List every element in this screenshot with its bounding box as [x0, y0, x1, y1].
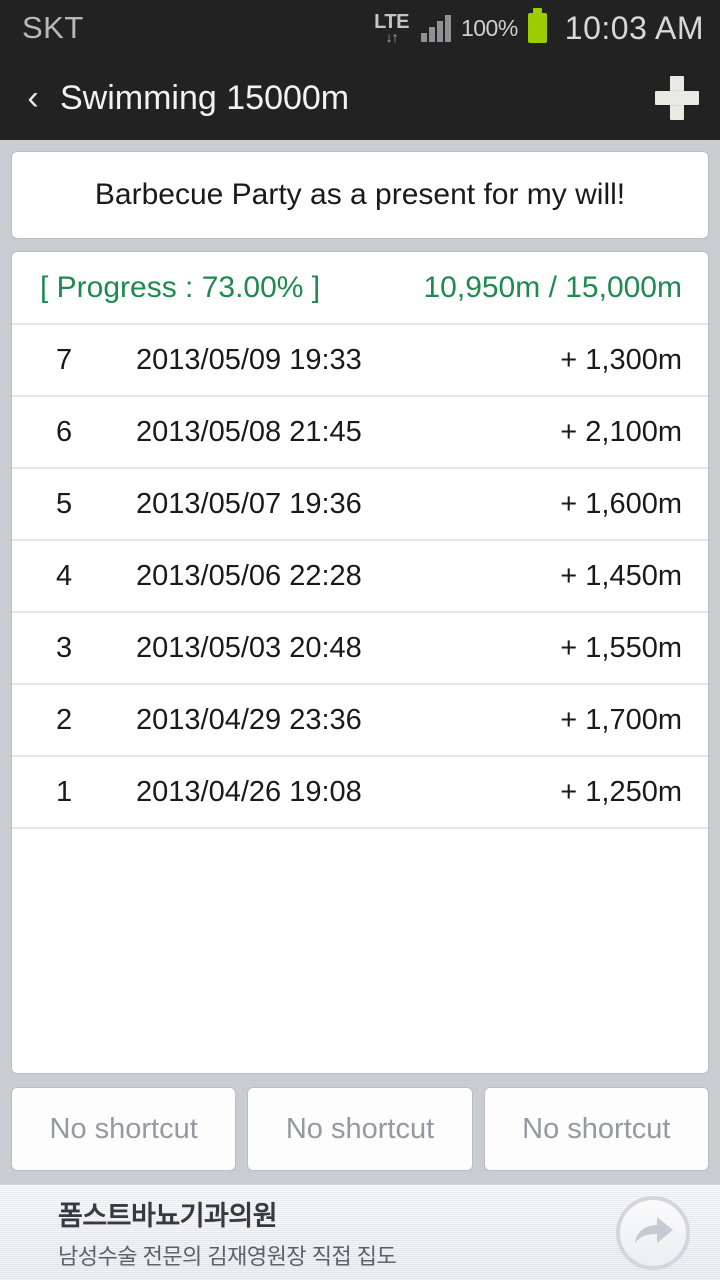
- row-index: 7: [56, 343, 73, 376]
- progress-value: 10,950m / 15,000m: [423, 270, 682, 304]
- row-amount: + 1,300m: [560, 343, 682, 376]
- row-date: 2013/05/03 20:48: [136, 631, 362, 664]
- table-row[interactable]: 7 2013/05/09 19:33 + 1,300m: [12, 325, 708, 397]
- title-bar: ‹ Swimming 15000m: [0, 56, 720, 140]
- table-row[interactable]: 1 2013/04/26 19:08 + 1,250m: [12, 757, 708, 829]
- status-bar: SKT LTE ↓↑ 100% 10:03 AM: [0, 0, 720, 56]
- row-amount: + 1,450m: [560, 559, 682, 592]
- progress-list-card: [ Progress : 73.00% ] 10,950m / 15,000m …: [11, 251, 709, 1074]
- row-amount: + 1,600m: [560, 487, 682, 520]
- row-index: 6: [56, 415, 73, 448]
- row-date: 2013/05/06 22:28: [136, 559, 362, 592]
- page-title: Swimming 15000m: [60, 78, 350, 117]
- table-row[interactable]: 4 2013/05/06 22:28 + 1,450m: [12, 541, 708, 613]
- shortcut-button-1[interactable]: No shortcut: [11, 1087, 237, 1171]
- goal-card[interactable]: Barbecue Party as a present for my will!: [11, 151, 709, 239]
- ad-banner[interactable]: 폼스트바뇨기과의원 남성수술 전문의 김재영원장 직접 집도: [0, 1184, 720, 1280]
- row-index: 2: [56, 703, 73, 736]
- lte-data-arrows-icon: ↓↑: [385, 29, 399, 45]
- row-amount: + 2,100m: [560, 415, 682, 448]
- table-row[interactable]: 5 2013/05/07 19:36 + 1,600m: [12, 469, 708, 541]
- goal-text: Barbecue Party as a present for my will!: [94, 178, 626, 211]
- ad-text-block: 폼스트바뇨기과의원 남성수술 전문의 김재영원장 직접 집도: [58, 1194, 397, 1271]
- row-index: 1: [56, 775, 73, 808]
- row-date: 2013/04/29 23:36: [136, 703, 362, 736]
- row-amount: + 1,700m: [560, 703, 682, 736]
- row-date: 2013/05/07 19:36: [136, 487, 362, 520]
- row-index: 5: [56, 487, 73, 520]
- progress-label: [ Progress : 73.00% ]: [40, 270, 321, 304]
- row-date: 2013/04/26 19:08: [136, 775, 362, 808]
- record-list: 7 2013/05/09 19:33 + 1,300m 6 2013/05/08…: [12, 325, 708, 1073]
- add-record-plus-icon[interactable]: [654, 75, 700, 121]
- progress-summary-row: [ Progress : 73.00% ] 10,950m / 15,000m: [12, 252, 708, 325]
- share-arrow-icon[interactable]: [616, 1195, 690, 1270]
- shortcut-bar: No shortcut No shortcut No shortcut: [0, 1074, 720, 1184]
- clock-label: 10:03 AM: [564, 9, 704, 46]
- row-date: 2013/05/09 19:33: [136, 343, 362, 376]
- signal-bars-icon: [420, 14, 451, 42]
- row-index: 3: [56, 631, 73, 664]
- row-date: 2013/05/08 21:45: [136, 415, 362, 448]
- row-amount: + 1,550m: [560, 631, 682, 664]
- ad-subtitle: 남성수술 전문의 김재영원장 직접 집도: [58, 1244, 397, 1269]
- content-area: Barbecue Party as a present for my will!…: [0, 140, 720, 1074]
- shortcut-button-3[interactable]: No shortcut: [483, 1087, 709, 1171]
- row-amount: + 1,250m: [560, 775, 682, 808]
- table-row[interactable]: 6 2013/05/08 21:45 + 2,100m: [12, 397, 708, 469]
- list-empty-space: [12, 829, 708, 1073]
- row-index: 4: [56, 559, 73, 592]
- carrier-label: SKT: [22, 10, 84, 45]
- table-row[interactable]: 3 2013/05/03 20:48 + 1,550m: [12, 613, 708, 685]
- back-chevron-icon[interactable]: ‹: [16, 73, 50, 123]
- shortcut-button-2[interactable]: No shortcut: [247, 1087, 473, 1171]
- lte-icon: LTE ↓↑: [374, 12, 409, 44]
- battery-icon: [527, 8, 547, 43]
- table-row[interactable]: 2 2013/04/29 23:36 + 1,700m: [12, 685, 708, 757]
- ad-title: 폼스트바뇨기과의원: [58, 1201, 278, 1231]
- status-icons: LTE ↓↑ 100% 10:03 AM: [374, 8, 704, 47]
- phone-screen: SKT LTE ↓↑ 100% 10:03 AM ‹ Swimming 1500…: [0, 0, 720, 1280]
- battery-percent-label: 100%: [460, 14, 518, 41]
